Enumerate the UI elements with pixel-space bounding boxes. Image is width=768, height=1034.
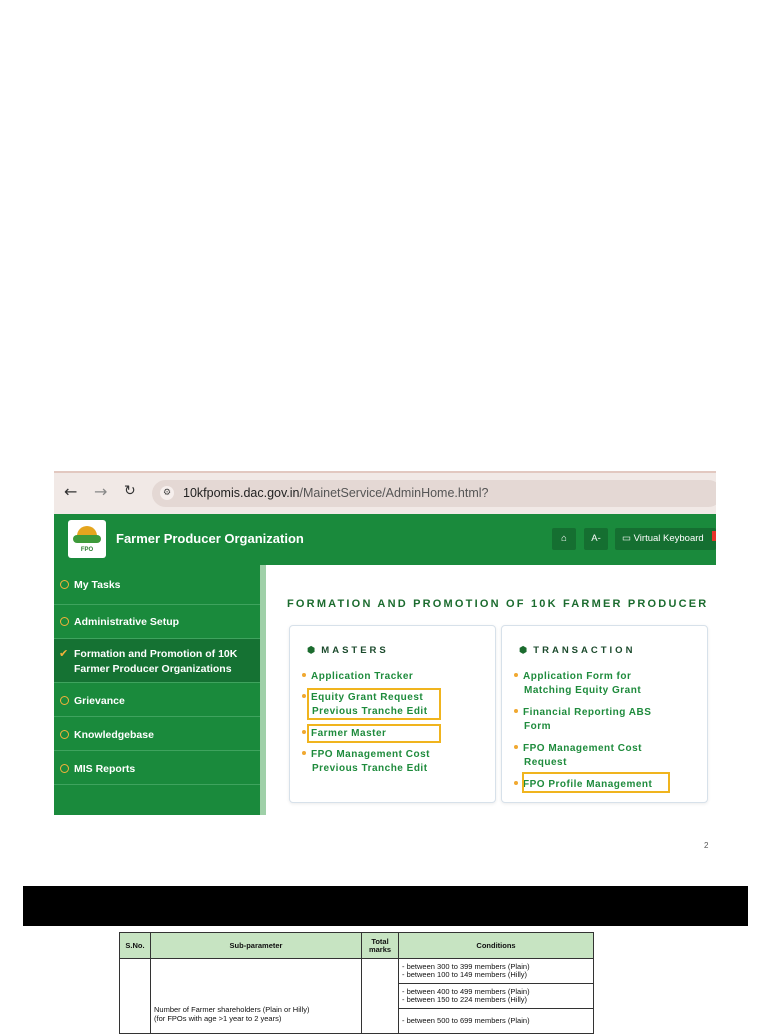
url-text: 10kfpomis.dac.gov.in/MainetService/Admin… [183,486,488,500]
sidebar-item-label: Administrative Setup [74,616,180,628]
highlight-box [307,724,441,743]
site-settings-icon[interactable]: ⚙ [160,486,174,500]
sidebar: My Tasks Administrative Setup ✔ Formatio… [54,565,260,815]
reload-icon[interactable]: ↻ [124,483,136,499]
url-host: 10kfpomis.dac.gov.in [183,486,300,500]
circle-icon [60,696,69,705]
bullet-icon [514,745,518,750]
virtual-keyboard-label: Virtual Keyboard [633,533,704,544]
arrow-right-icon[interactable]: → [94,482,107,501]
link-fpo-management-cost-request[interactable]: FPO Management Cost Request [514,742,642,770]
circle-icon [60,730,69,739]
sub-parameter-cell: Number of Farmer shareholders (Plain or … [150,958,362,1034]
sidebar-item-knowledgebase[interactable]: Knowledgebase [54,717,260,751]
link-application-form-equity[interactable]: Application Form for Matching Equity Gran… [514,670,641,698]
table-row: Number of Farmer shareholders (Plain or … [119,958,594,1034]
arrow-left-icon[interactable]: ← [64,482,77,501]
sidebar-item-label: MIS Reports [74,763,136,775]
font-size-button[interactable]: A- [584,528,608,550]
sidebar-item-label-line1: Formation and Promotion of 10K [74,648,238,660]
table-header: S.No. [119,932,151,959]
condition-cell: - between 300 to 399 members (Plain) - b… [398,958,594,984]
table-cell [119,958,151,1034]
bullet-icon [302,673,306,678]
check-icon: ✔ [59,647,69,660]
url-path: /MainetService/AdminHome.html? [299,486,489,500]
table-header: Total marks [361,932,399,959]
section-title: FORMATION AND PROMOTION OF 10K FARMER PR… [287,598,709,610]
home-button[interactable]: ⌂ [552,528,576,550]
url-field[interactable]: ⚙ 10kfpomis.dac.gov.in/MainetService/Adm… [152,480,716,507]
table-header: Sub-parameter [150,932,362,959]
sidebar-item-label-line2: Farmer Producer Organizations [74,663,232,675]
app-header: FPO Farmer Producer Organization ⌂ A- ▭ … [54,514,716,565]
masters-card: ⬢ MASTERS Application Tracker Equity Gran… [289,625,496,803]
address-bar: ← → ↻ ⚙ 10kfpomis.dac.gov.in/MainetServi… [54,471,716,514]
black-banner [23,886,748,926]
logo-leaf-icon [73,535,101,543]
table-cell [361,958,399,1034]
circle-icon [60,617,69,626]
home-icon: ⌂ [561,533,567,544]
bullet-icon [514,709,518,714]
page-number: 2 [704,841,709,850]
highlight-box [307,688,441,720]
main-content: FORMATION AND PROMOTION OF 10K FARMER PR… [266,565,716,815]
bullet-icon [514,673,518,678]
table-header: Conditions [398,932,594,959]
link-fpo-management-cost-edit[interactable]: FPO Management Cost Previous Tranche Edit [302,748,430,776]
table-header-row: S.No. Sub-parameter Total marks Conditio… [119,932,594,959]
virtual-keyboard-button[interactable]: ▭ Virtual Keyboard [615,528,716,550]
condition-cell: - between 400 to 499 members (Plain) - b… [398,983,594,1009]
browser-screenshot: ← → ↻ ⚙ 10kfpomis.dac.gov.in/MainetServi… [54,471,716,815]
keyboard-icon: ▭ [622,533,634,544]
circle-icon [60,580,69,589]
sidebar-item-my-tasks[interactable]: My Tasks [54,565,260,605]
sidebar-item-label: My Tasks [74,579,121,591]
condition-cell: - between 500 to 699 members (Plain) [398,1008,594,1034]
highlight-box [522,772,670,793]
cube-icon: ⬢ [519,645,528,656]
link-application-tracker[interactable]: Application Tracker [302,670,413,684]
bullet-icon [302,694,306,699]
logo-text: FPO [80,547,94,553]
sidebar-item-label: Knowledgebase [74,729,154,741]
criteria-table: S.No. Sub-parameter Total marks Conditio… [119,932,594,1034]
sub-parameter-line1: Number of Farmer shareholders (Plain or … [154,1005,310,1014]
sidebar-item-administrative-setup[interactable]: Administrative Setup [54,605,260,639]
circle-icon [60,764,69,773]
bullet-icon [302,730,306,735]
cube-icon: ⬢ [307,645,316,656]
sidebar-item-label: Grievance [74,695,125,707]
fpo-logo: FPO [68,520,106,558]
bullet-icon [514,781,518,786]
sub-parameter-line2: (for FPOs with age >1 year to 2 years) [154,1014,282,1023]
transaction-heading: ⬢ TRANSACTION [519,645,636,656]
sidebar-item-grievance[interactable]: Grievance [54,683,260,717]
language-toggle-edge[interactable] [712,531,716,541]
bullet-icon [302,751,306,756]
app-title: Farmer Producer Organization [116,531,304,546]
transaction-card: ⬢ TRANSACTION Application Form for Matchin… [501,625,708,803]
link-financial-reporting-abs[interactable]: Financial Reporting ABS Form [514,706,651,734]
sidebar-item-mis-reports[interactable]: MIS Reports [54,751,260,785]
masters-heading: ⬢ MASTERS [307,645,389,656]
sidebar-item-formation-promotion[interactable]: ✔ Formation and Promotion of 10K Farmer … [54,639,260,683]
